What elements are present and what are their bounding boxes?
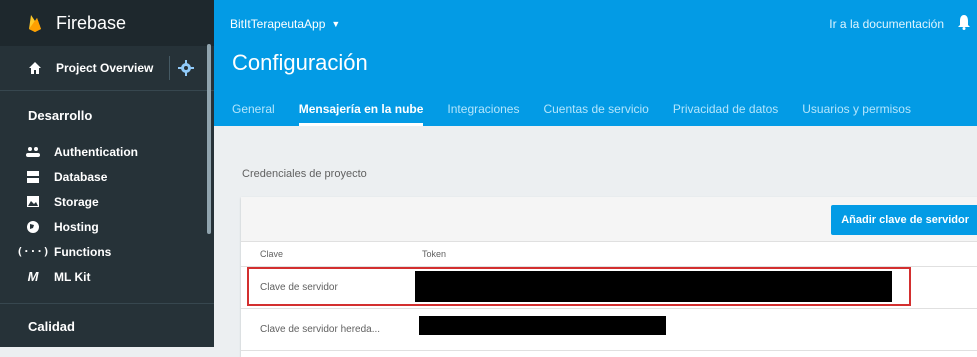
- sidebar-item-label: ML Kit: [54, 269, 91, 284]
- divider: [169, 56, 170, 80]
- bell-icon[interactable]: [957, 14, 971, 30]
- brand-name: Firebase: [56, 12, 127, 33]
- project-overview-link[interactable]: Project Overview: [0, 46, 214, 91]
- sidebar-item-database[interactable]: Database: [0, 164, 214, 189]
- tab-usuarios-permisos[interactable]: Usuarios y permisos: [790, 96, 923, 126]
- sidebar: Firebase Project Overview Desarrollo Aut…: [0, 0, 214, 347]
- tab-mensajeria[interactable]: Mensajería en la nube: [287, 96, 436, 126]
- tab-bar: General Mensajería en la nube Integracio…: [214, 96, 923, 126]
- project-selector[interactable]: BitItTerapeutaApp ▼: [230, 17, 340, 31]
- section-calidad: Calidad: [28, 318, 75, 334]
- sidebar-item-functions[interactable]: (···) Functions: [0, 239, 214, 264]
- globe-icon: [26, 220, 40, 234]
- functions-icon: (···): [16, 245, 50, 258]
- sidebar-item-hosting[interactable]: Hosting: [0, 214, 214, 239]
- mlkit-icon: M: [27, 269, 39, 284]
- main-content: Credenciales de proyecto Añadir clave de…: [214, 126, 977, 357]
- credentials-card: Añadir clave de servidor Clave Token Cla…: [241, 197, 977, 357]
- add-server-key-button[interactable]: Añadir clave de servidor: [831, 205, 977, 235]
- sidebar-item-label: Database: [54, 169, 108, 184]
- sidebar-scrollbar[interactable]: [207, 44, 211, 234]
- database-icon: [26, 170, 40, 184]
- gear-icon[interactable]: [178, 60, 194, 76]
- sidebar-item-storage[interactable]: Storage: [0, 189, 214, 214]
- column-header-clave: Clave: [260, 249, 284, 259]
- chevron-down-icon: ▼: [331, 19, 341, 29]
- image-icon: [26, 195, 40, 209]
- table-header: Clave Token: [241, 242, 977, 267]
- column-header-token: Token: [422, 249, 447, 259]
- sidebar-item-ml-kit[interactable]: M ML Kit: [0, 264, 214, 289]
- card-toolbar: Añadir clave de servidor: [241, 197, 977, 242]
- home-icon: [29, 62, 41, 74]
- tab-privacidad[interactable]: Privacidad de datos: [661, 96, 790, 126]
- docs-link[interactable]: Ir a la documentación: [829, 17, 944, 31]
- project-name: BitItTerapeutaApp: [230, 17, 326, 31]
- table-row: Clave de servidor hereda...: [241, 309, 977, 351]
- sidebar-item-label: Authentication: [54, 144, 138, 159]
- tab-integraciones[interactable]: Integraciones: [435, 96, 531, 126]
- sidebar-item-label: Hosting: [54, 219, 99, 234]
- header: BitItTerapeutaApp ▼ Ir a la documentació…: [214, 0, 977, 126]
- section-desarrollo: Desarrollo: [28, 107, 93, 123]
- table-row: Clave de servidor: [241, 267, 977, 309]
- section-title: Credenciales de proyecto: [242, 168, 367, 180]
- tab-general[interactable]: General: [214, 96, 287, 126]
- page-title: Configuración: [232, 50, 368, 75]
- tab-cuentas-servicio[interactable]: Cuentas de servicio: [531, 96, 660, 126]
- sidebar-item-authentication[interactable]: Authentication: [0, 139, 214, 164]
- redacted-token: [419, 316, 666, 335]
- highlight-box: [247, 267, 911, 306]
- sidebar-header: Firebase: [0, 0, 214, 46]
- project-overview-label: Project Overview: [56, 61, 154, 75]
- sidebar-item-label: Functions: [54, 244, 112, 259]
- key-name: Clave de servidor hereda...: [260, 324, 381, 335]
- firebase-logo-icon: [29, 15, 41, 32]
- people-icon: [26, 145, 40, 159]
- sidebar-item-label: Storage: [54, 194, 99, 209]
